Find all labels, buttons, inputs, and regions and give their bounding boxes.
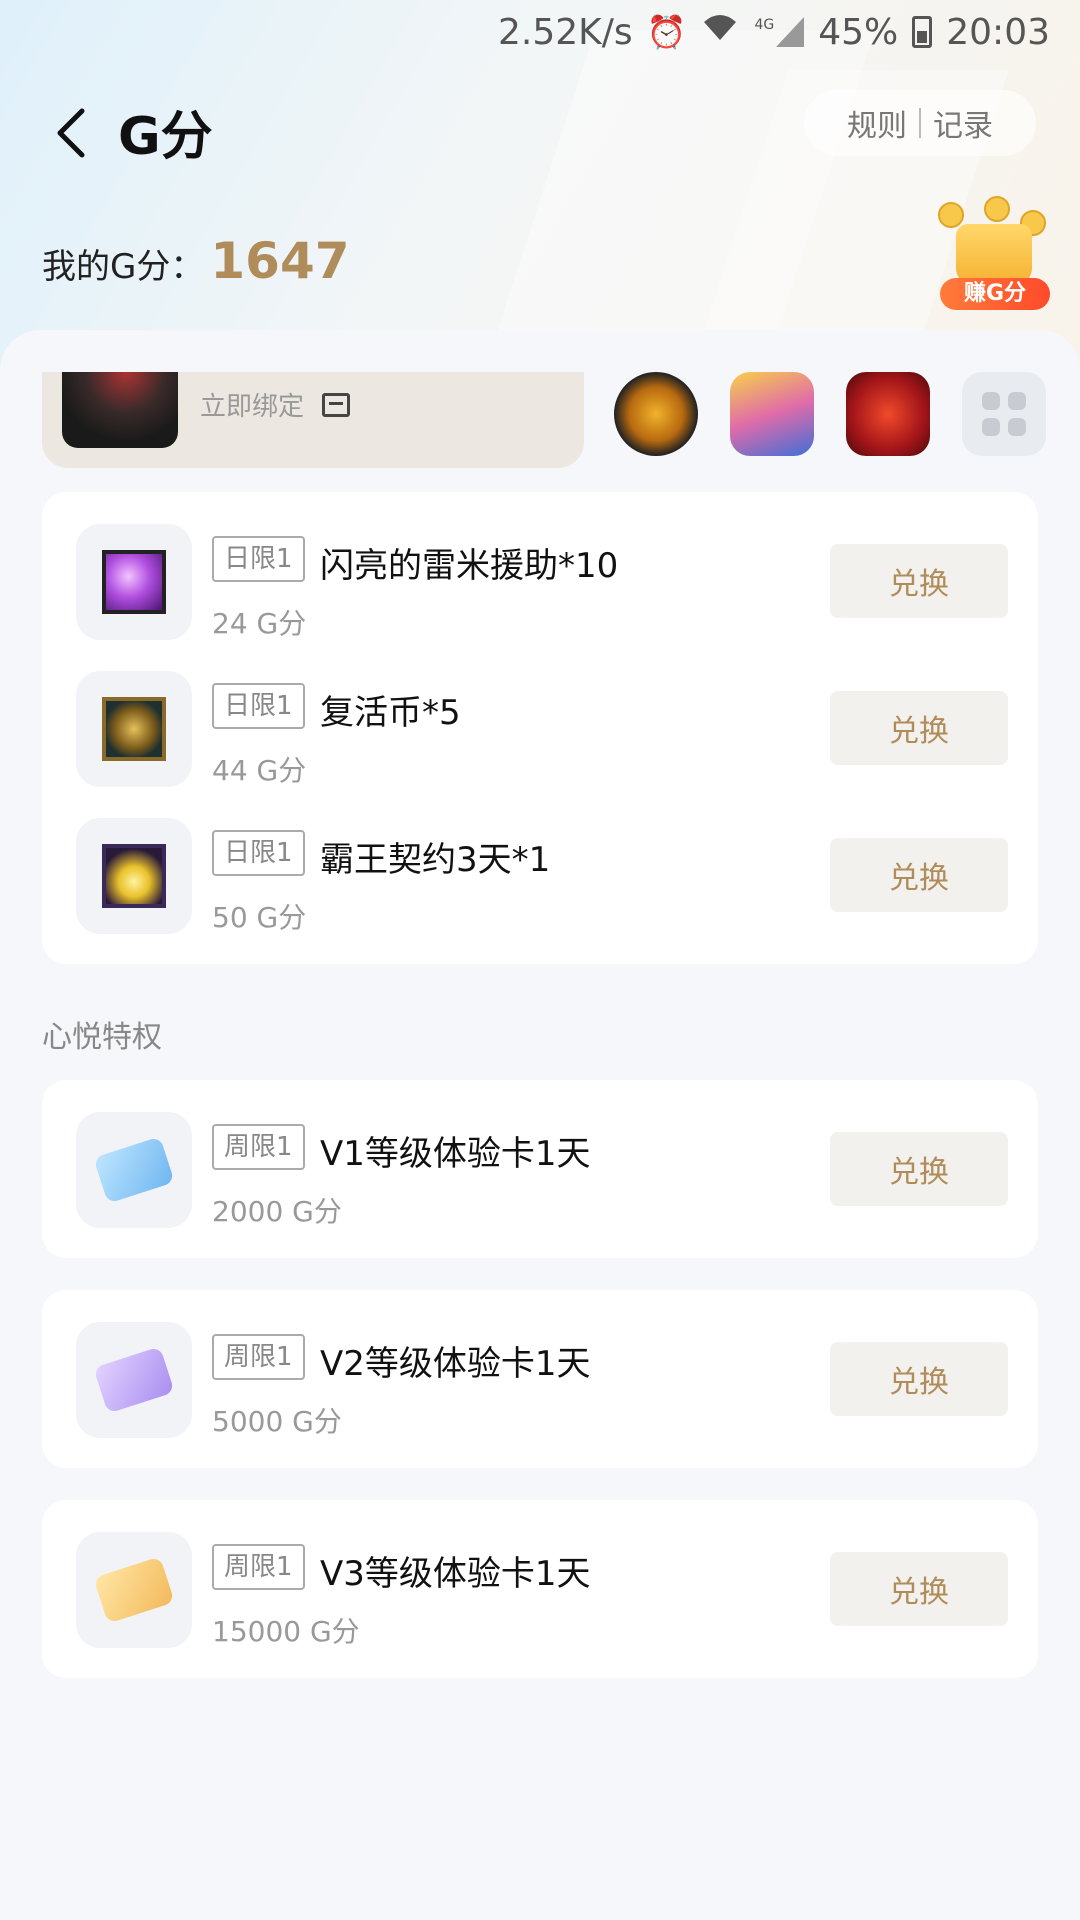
shopping-bag-icon (956, 224, 1032, 286)
item-cost: 44 G分 (212, 754, 307, 787)
back-arrow-icon (57, 108, 85, 158)
item-name: 闪亮的雷米援助*10 (320, 546, 619, 586)
daily-items-card: 日限1 闪亮的雷米援助*10 24 G分 兑换 日限1 复活币*5 44 G分 … (42, 492, 1038, 964)
item-thumbnail (76, 818, 192, 934)
network-speed: 2.52K/s (497, 11, 633, 53)
coin-icon (938, 202, 964, 228)
network-type: 4G (754, 17, 775, 33)
item-cost: 2000 G分 (212, 1195, 342, 1228)
item-cost: 5000 G分 (212, 1405, 342, 1438)
privilege-card: 周限1 V1等级体验卡1天 2000 G分 兑换 (42, 1080, 1038, 1258)
list-item: 周限1 V2等级体验卡1天 5000 G分 兑换 (42, 1322, 1038, 1469)
back-button[interactable] (42, 98, 102, 168)
limit-badge: 日限1 (212, 536, 305, 582)
earn-points-button[interactable]: 赚G分 (934, 196, 1054, 316)
item-name: V3等级体验卡1天 (320, 1554, 591, 1594)
item-thumbnail (76, 671, 192, 787)
score-label: 我的G分： (42, 247, 205, 287)
bind-now-link[interactable]: 立即绑定 (200, 386, 351, 423)
page-title: G分 (118, 107, 213, 167)
limit-badge: 周限1 (212, 1334, 305, 1380)
card-icon (322, 392, 351, 417)
coin-icon (984, 196, 1010, 222)
v1-card-icon (93, 1136, 175, 1204)
item-name: 复活币*5 (320, 693, 461, 733)
score-value: 1647 (210, 232, 350, 290)
item-cost: 50 G分 (212, 901, 307, 934)
privilege-card: 周限1 V2等级体验卡1天 5000 G分 兑换 (42, 1290, 1038, 1468)
list-item: 日限1 霸王契约3天*1 50 G分 兑换 (42, 818, 1038, 965)
item-thumbnail (76, 1112, 192, 1228)
item-cost: 24 G分 (212, 607, 307, 640)
redeem-button[interactable]: 兑换 (830, 1552, 1008, 1626)
divider (919, 108, 921, 138)
wifi-icon (700, 12, 740, 52)
game-icon-cf[interactable] (614, 372, 698, 456)
item-thumbnail (76, 1322, 192, 1438)
section-title-privilege: 心悦特权 (42, 1020, 162, 1055)
remy-aid-icon (102, 550, 166, 614)
v2-card-icon (93, 1346, 175, 1414)
redeem-button[interactable]: 兑换 (830, 838, 1008, 912)
bind-now-label: 立即绑定 (200, 392, 305, 422)
limit-badge: 周限1 (212, 1124, 305, 1170)
game-icon-dragon[interactable] (846, 372, 930, 456)
privilege-card: 周限1 V3等级体验卡1天 15000 G分 兑换 (42, 1500, 1038, 1678)
bind-game-card[interactable]: 立即绑定 (42, 372, 584, 468)
rules-link[interactable]: 规则 (847, 101, 907, 145)
clock: 20:03 (946, 11, 1050, 53)
battery-percent: 45% (818, 11, 899, 53)
revive-coin-icon (102, 697, 166, 761)
status-bar: 2.52K/s ⏰ 4G 45% 20:03 (0, 0, 1080, 64)
item-thumbnail (76, 524, 192, 640)
records-link[interactable]: 记录 (933, 101, 993, 145)
battery-icon (912, 16, 933, 48)
game-icon-list (614, 372, 1046, 456)
my-score: 我的G分： 1647 (42, 232, 350, 290)
redeem-button[interactable]: 兑换 (830, 1342, 1008, 1416)
redeem-button[interactable]: 兑换 (830, 1132, 1008, 1206)
list-item: 日限1 复活币*5 44 G分 兑换 (42, 671, 1038, 818)
header: G分 规则 记录 (0, 88, 1080, 176)
header-links: 规则 记录 (804, 90, 1036, 156)
earn-points-label: 赚G分 (940, 278, 1050, 310)
v3-card-icon (93, 1556, 175, 1624)
more-apps-icon[interactable] (962, 372, 1046, 456)
list-item: 周限1 V1等级体验卡1天 2000 G分 兑换 (42, 1112, 1038, 1259)
limit-badge: 周限1 (212, 1544, 305, 1590)
redeem-button[interactable]: 兑换 (830, 691, 1008, 765)
redeem-button[interactable]: 兑换 (830, 544, 1008, 618)
signal-icon: 4G (754, 17, 805, 47)
item-thumbnail (76, 1532, 192, 1648)
limit-badge: 日限1 (212, 830, 305, 876)
limit-badge: 日限1 (212, 683, 305, 729)
item-name: V1等级体验卡1天 (320, 1134, 591, 1174)
alarm-icon: ⏰ (646, 13, 687, 51)
list-item: 日限1 闪亮的雷米援助*10 24 G分 兑换 (42, 524, 1038, 671)
game-thumbnail (62, 372, 178, 448)
list-item: 周限1 V3等级体验卡1天 15000 G分 兑换 (42, 1532, 1038, 1679)
game-icon-girl[interactable] (730, 372, 814, 456)
item-cost: 15000 G分 (212, 1615, 360, 1648)
overlord-contract-icon (102, 844, 166, 908)
item-name: 霸王契约3天*1 (320, 840, 551, 880)
game-strip: 立即绑定 (0, 372, 1080, 468)
item-name: V2等级体验卡1天 (320, 1344, 591, 1384)
